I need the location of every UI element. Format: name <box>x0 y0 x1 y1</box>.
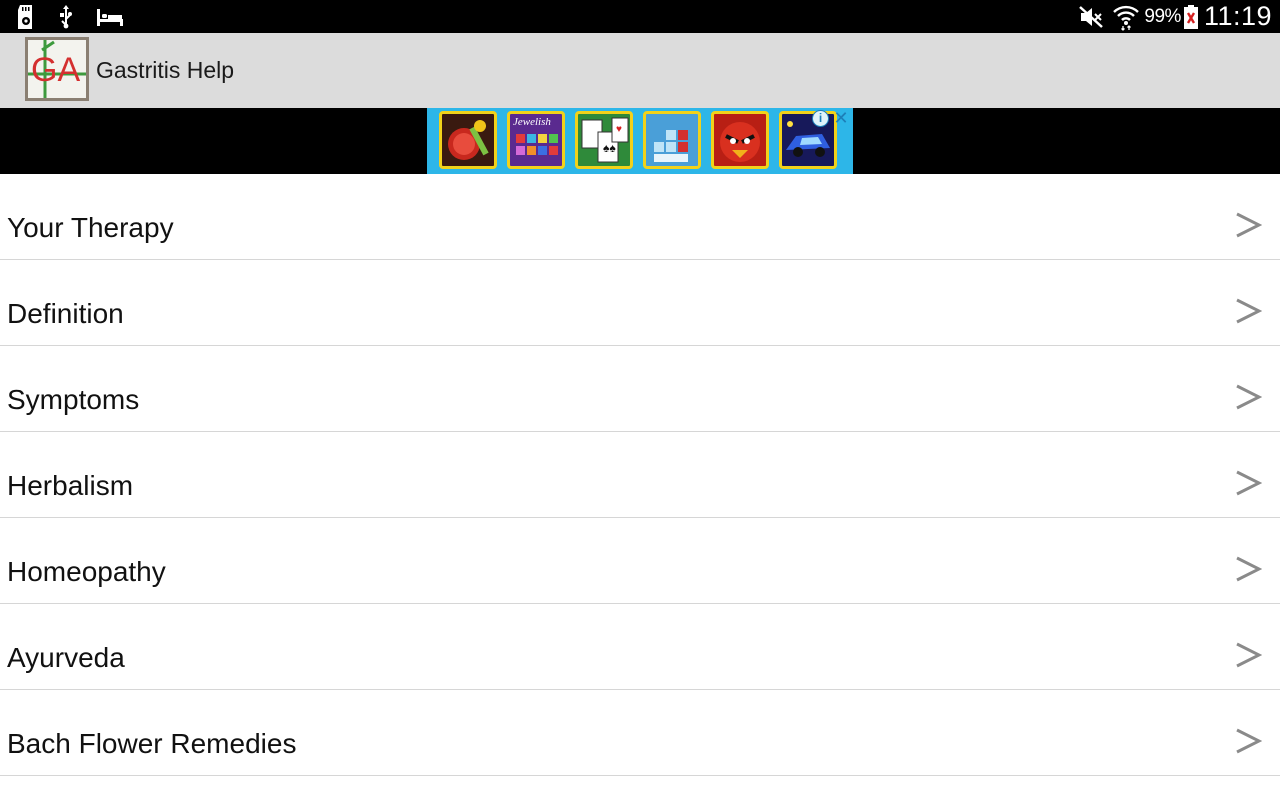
status-bar: 99% 11:19 <box>0 0 1280 33</box>
menu-item-bach-flower-remedies[interactable]: Bach Flower Remedies <box>0 690 1280 776</box>
clock: 11:19 <box>1203 1 1272 31</box>
chevron-right-icon <box>1234 468 1263 498</box>
menu-item-ayurveda[interactable]: Ayurveda <box>0 604 1280 690</box>
menu-item-your-therapy[interactable]: Your Therapy <box>0 174 1280 260</box>
mute-icon <box>1078 5 1104 29</box>
svg-text:♠♠: ♠♠ <box>603 141 616 155</box>
app-logo[interactable]: GA <box>25 37 89 101</box>
chevron-right-icon <box>1234 640 1263 670</box>
usb-icon <box>58 4 74 29</box>
status-bar-notifications <box>16 0 124 33</box>
status-bar-system: 99% 11:19 <box>1078 0 1272 33</box>
ad-tile-jewelish-title: Jewelish <box>513 116 551 128</box>
wifi-icon <box>1112 3 1140 31</box>
ad-tile-blocks-game[interactable] <box>643 111 701 169</box>
sd-card-icon <box>16 4 36 30</box>
menu-item-symptoms[interactable]: Symptoms <box>0 346 1280 432</box>
menu-item-herbalism[interactable]: Herbalism <box>0 432 1280 518</box>
ad-banner[interactable]: Jewelish ♠♠ ♥ i ✕ <box>427 108 853 174</box>
app-logo-text: GA <box>31 51 80 89</box>
svg-text:♥: ♥ <box>616 124 622 135</box>
ad-tile-jewelish-game[interactable]: Jewelish <box>507 111 565 169</box>
bed-icon <box>96 7 124 27</box>
action-bar: GA Gastritis Help <box>0 33 1280 108</box>
battery-percent: 99% <box>1144 5 1181 27</box>
battery-icon <box>1183 4 1198 29</box>
ad-bar: Jewelish ♠♠ ♥ i ✕ <box>0 108 1280 174</box>
menu-item-homeopathy[interactable]: Homeopathy <box>0 518 1280 604</box>
ad-tile-solitaire-game[interactable]: ♠♠ ♥ <box>575 111 633 169</box>
menu-item-label: Bach Flower Remedies <box>7 728 297 759</box>
menu-item-label: Homeopathy <box>7 556 166 587</box>
chevron-right-icon <box>1234 554 1263 584</box>
menu-item-label: Ayurveda <box>7 642 125 673</box>
ad-info-icon[interactable]: i <box>812 110 829 127</box>
menu-list: Your Therapy Definition Symptoms Herbali… <box>0 174 1280 776</box>
menu-item-label: Your Therapy <box>7 212 174 243</box>
chevron-right-icon <box>1234 210 1263 240</box>
app-title: Gastritis Help <box>96 57 235 83</box>
app-logo-graphic: GA <box>28 40 86 98</box>
ad-close-icon[interactable]: ✕ <box>832 108 850 128</box>
menu-item-label: Herbalism <box>7 470 134 501</box>
menu-item-label: Symptoms <box>7 384 140 415</box>
chevron-right-icon <box>1234 296 1263 326</box>
menu-item-label: Definition <box>7 298 124 329</box>
app-logo-image: GA <box>28 40 86 98</box>
menu-item-definition[interactable]: Definition <box>0 260 1280 346</box>
ad-tile-fruit-game[interactable] <box>439 111 497 169</box>
chevron-right-icon <box>1234 726 1263 756</box>
chevron-right-icon <box>1234 382 1263 412</box>
ad-tile-angry-bird-game[interactable] <box>711 111 769 169</box>
